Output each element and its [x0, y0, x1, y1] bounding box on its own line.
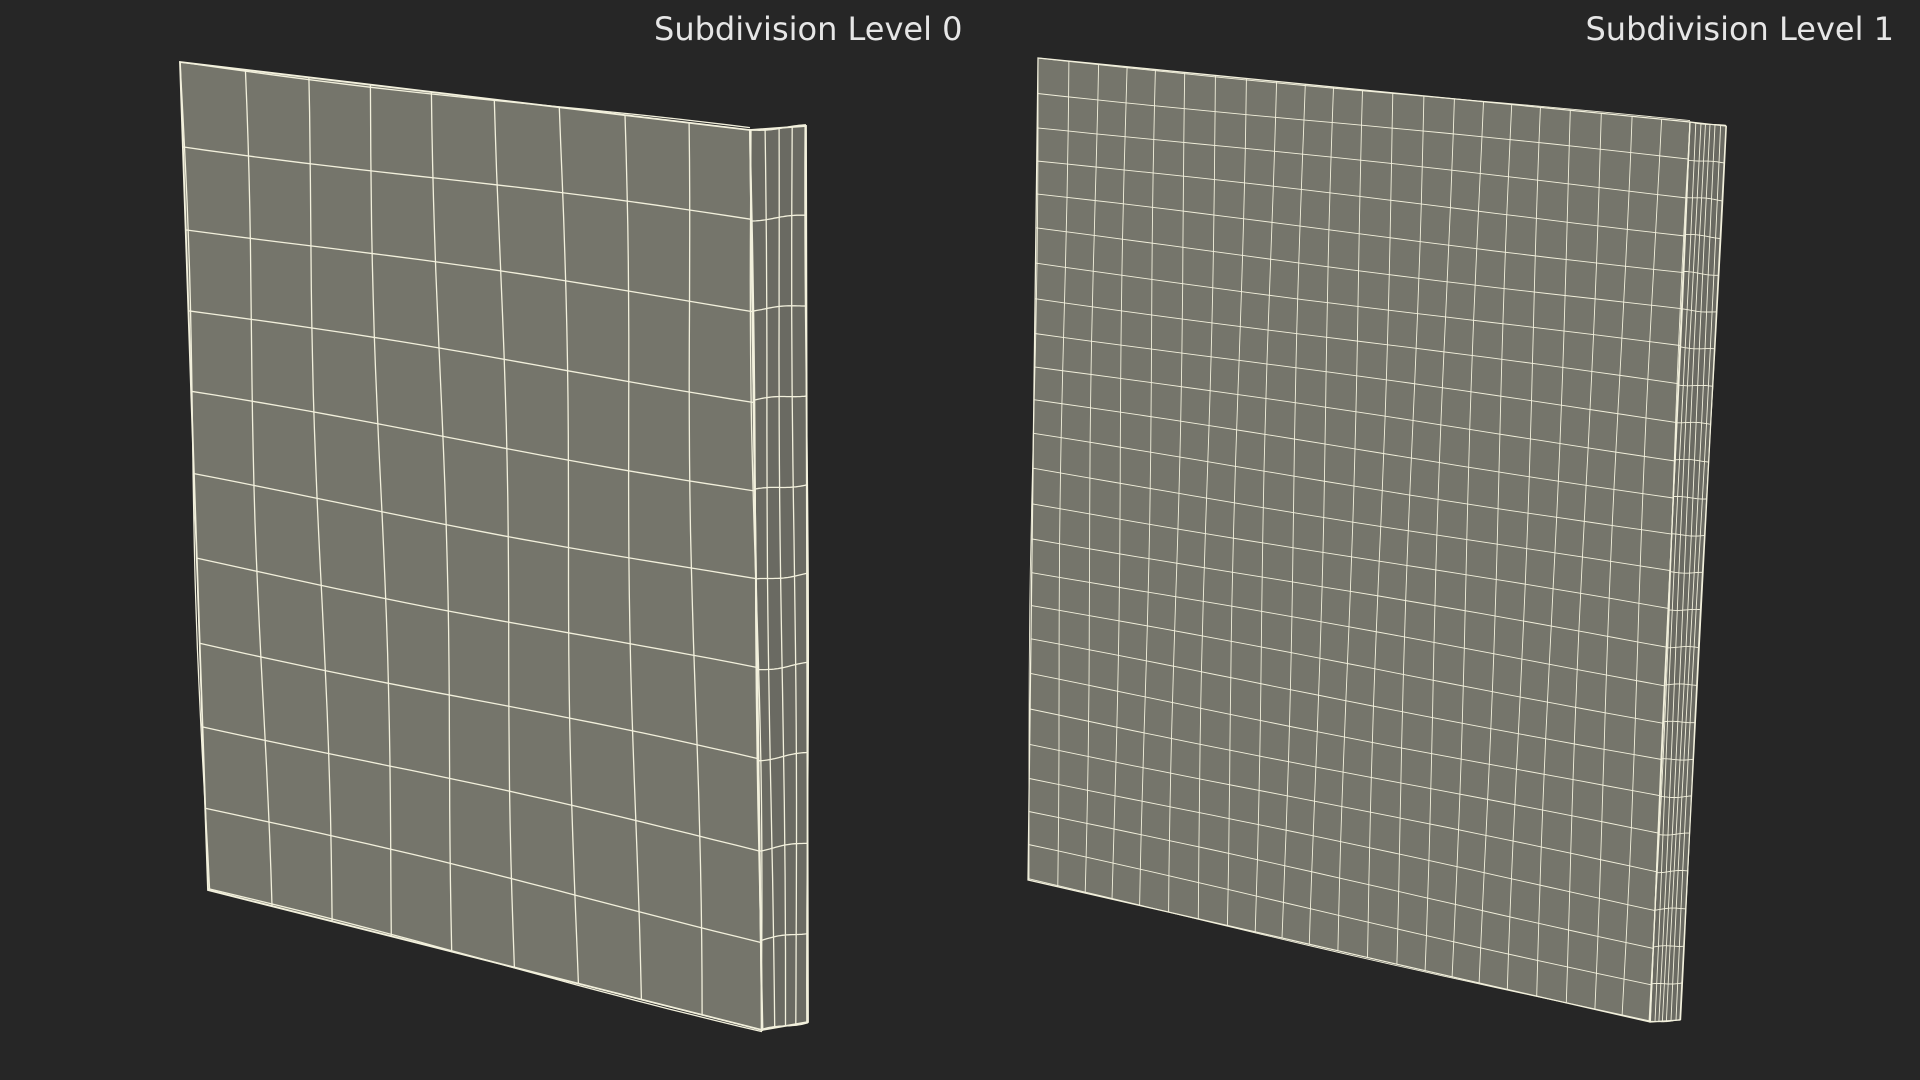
- level-1-front-face: [1028, 58, 1690, 1022]
- cushion-level-1: [1027, 57, 1727, 1023]
- render-viewport: Subdivision Level 0 Subdivision Level 1: [0, 0, 1920, 1080]
- mesh-canvas: [179, 57, 1727, 1033]
- subdivision-level-1-label: Subdivision Level 1: [1585, 10, 1894, 48]
- cushion-level-0: [179, 60, 810, 1033]
- subdivision-level-0-label: Subdivision Level 0: [654, 10, 963, 48]
